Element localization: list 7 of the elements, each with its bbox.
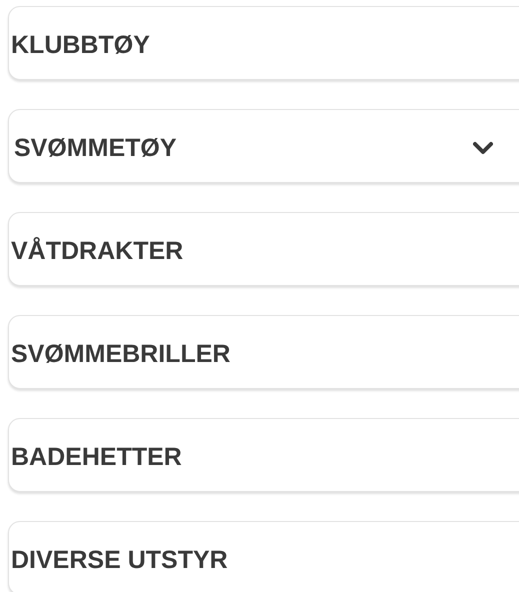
menu-item[interactable]: BADEHETTER: [8, 418, 519, 492]
chevron-down-icon: [473, 141, 493, 155]
menu-item[interactable]: KLUBBTØY: [8, 6, 519, 80]
menu-item[interactable]: VÅTDRAKTER: [8, 212, 519, 286]
menu-item[interactable]: SVØMMETØY: [8, 109, 519, 183]
menu-item[interactable]: DIVERSE UTSTYR: [8, 521, 519, 592]
menu-item[interactable]: SVØMMEBRILLER: [8, 315, 519, 389]
